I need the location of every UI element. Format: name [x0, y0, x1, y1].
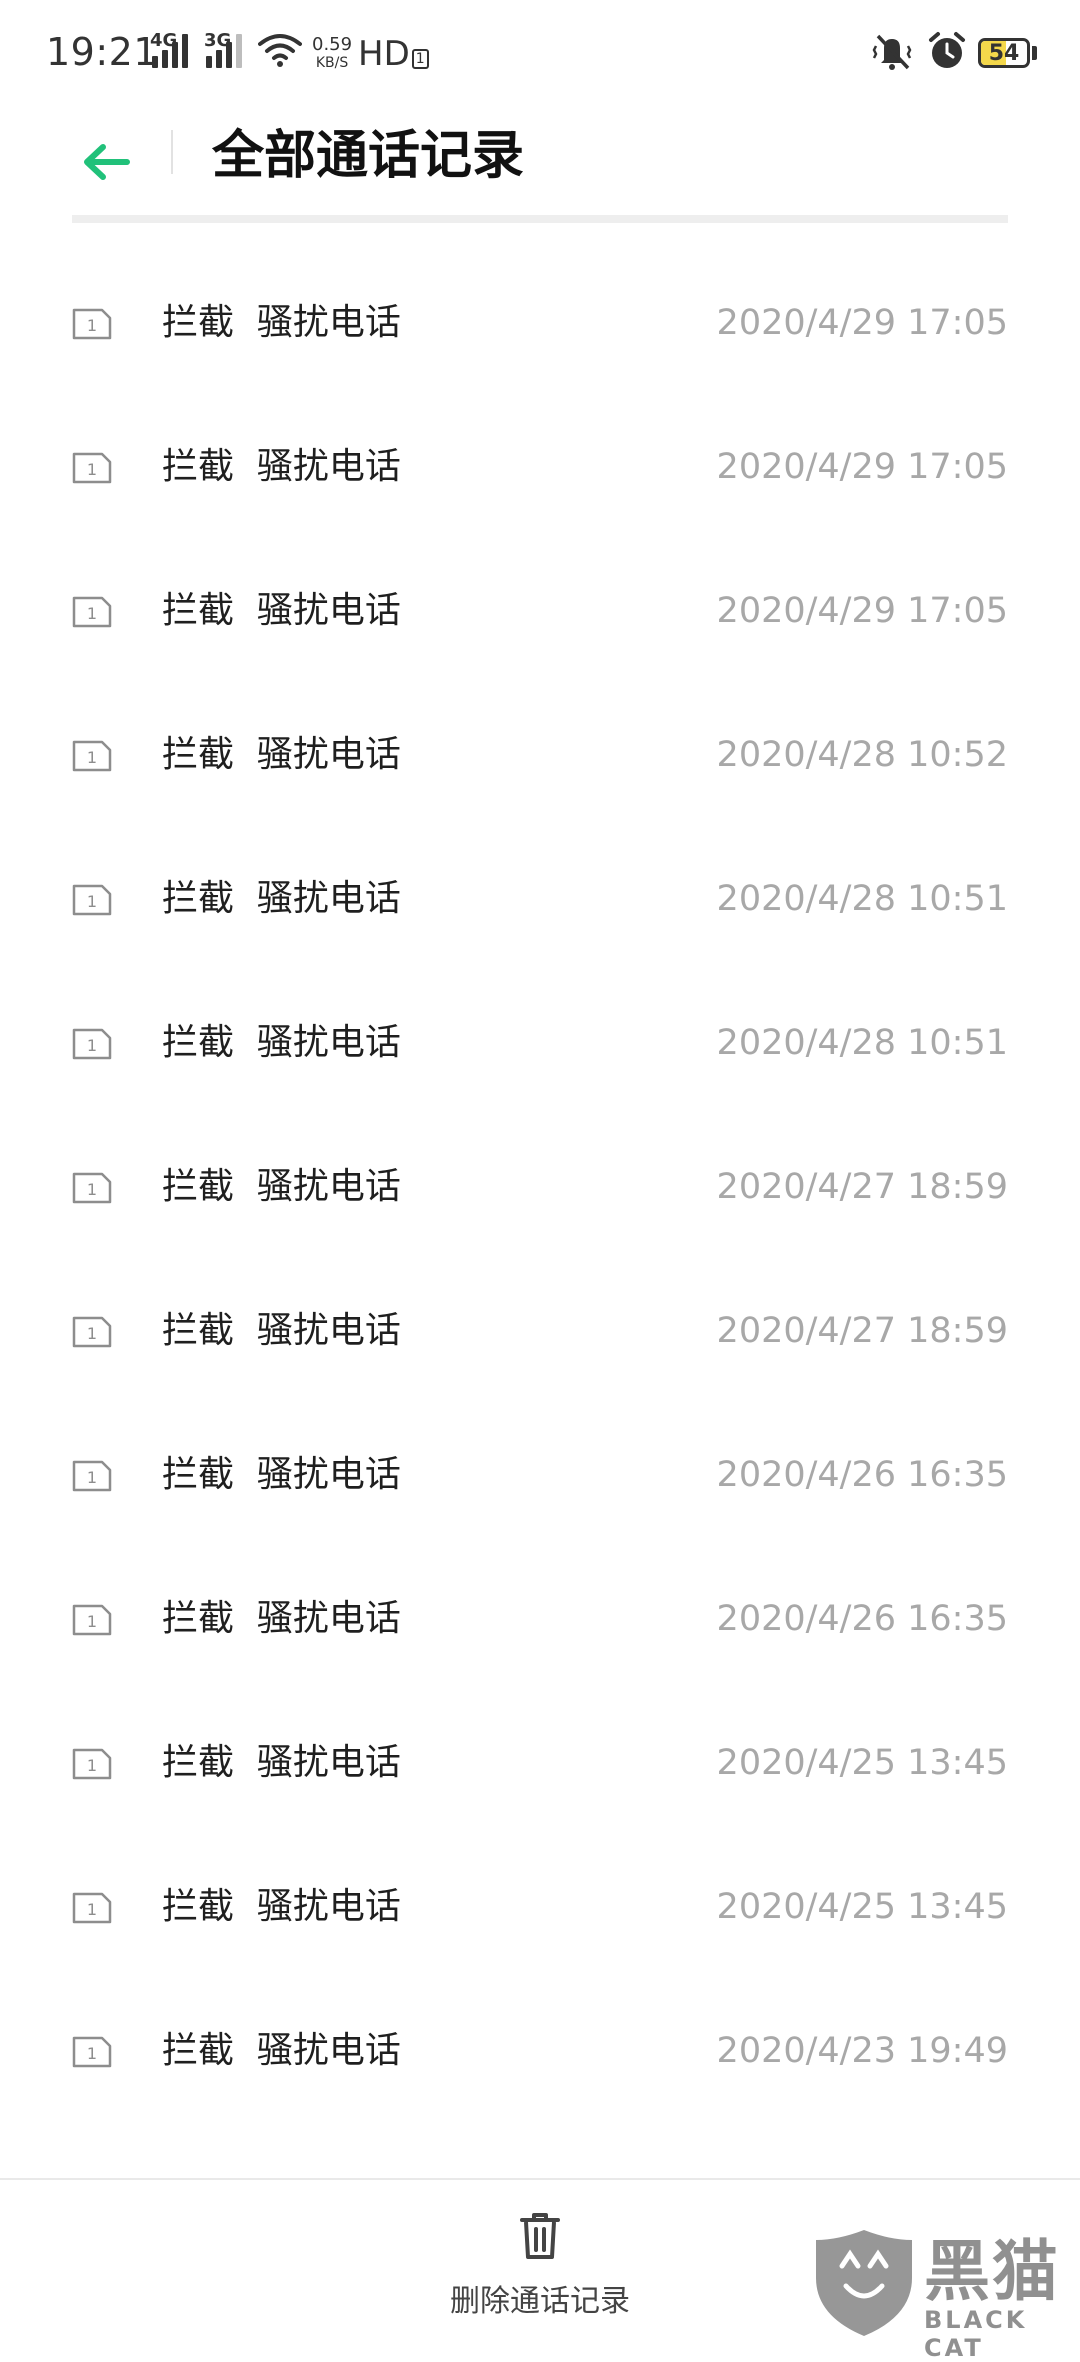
network-speed-value: 0.59	[312, 34, 353, 55]
sim-slot-number: 1	[87, 2044, 97, 2063]
page-title: 全部通话记录	[212, 126, 525, 186]
sim-card-icon: 1	[72, 1316, 112, 1348]
battery-icon: 54	[978, 38, 1030, 68]
call-timestamp: 2020/4/29 17:05	[716, 303, 1008, 343]
call-type-label: 拦截 骚扰电话	[162, 734, 401, 775]
call-log-item[interactable]: 1 拦截 骚扰电话 2020/4/26 16:35	[0, 1400, 1080, 1544]
header: 全部通话记录	[0, 110, 1080, 210]
sim-slot-number: 1	[87, 1900, 97, 1919]
call-log-item[interactable]: 1 拦截 骚扰电话 2020/4/29 17:05	[0, 536, 1080, 680]
watermark: 黑猫 BLACK CAT	[808, 2222, 1080, 2362]
call-timestamp: 2020/4/28 10:51	[716, 1023, 1008, 1063]
sim-slot-number: 1	[87, 316, 97, 335]
sim-card-icon: 1	[72, 1028, 112, 1060]
arrow-left-icon	[84, 144, 130, 180]
call-log-item[interactable]: 1 拦截 骚扰电话 2020/4/25 13:45	[0, 1832, 1080, 1976]
sim-card-icon: 1	[72, 1172, 112, 1204]
trash-icon	[520, 2213, 560, 2259]
header-divider	[171, 130, 173, 174]
battery-tip	[1032, 46, 1037, 60]
sim-card-icon: 1	[72, 308, 112, 340]
call-log-item[interactable]: 1 拦截 骚扰电话 2020/4/27 18:59	[0, 1112, 1080, 1256]
sim-card-icon: 1	[72, 1460, 112, 1492]
network-speed-unit: KB/S	[315, 55, 349, 71]
call-timestamp: 2020/4/25 13:45	[716, 1887, 1008, 1927]
header-underline	[72, 215, 1008, 223]
call-log-item[interactable]: 1 拦截 骚扰电话 2020/4/29 17:05	[0, 248, 1080, 392]
call-log-item[interactable]: 1 拦截 骚扰电话 2020/4/28 10:51	[0, 968, 1080, 1112]
call-log-item[interactable]: 1 拦截 骚扰电话 2020/4/26 16:35	[0, 1544, 1080, 1688]
call-log-item[interactable]: 1 拦截 骚扰电话 2020/4/28 10:51	[0, 824, 1080, 968]
sim-slot-number: 1	[87, 460, 97, 479]
sim-slot-number: 1	[87, 604, 97, 623]
sim-slot-number: 1	[87, 1180, 97, 1199]
call-type-label: 拦截 骚扰电话	[162, 1022, 401, 1063]
call-type-label: 拦截 骚扰电话	[162, 1166, 401, 1207]
delete-call-log-label: 删除通话记录	[450, 2284, 630, 2319]
sim-slot-number: 1	[87, 1756, 97, 1775]
signal-icon-sim2	[206, 34, 242, 68]
call-type-label: 拦截 骚扰电话	[162, 878, 401, 919]
call-timestamp: 2020/4/27 18:59	[716, 1167, 1008, 1207]
call-type-label: 拦截 骚扰电话	[162, 1886, 401, 1927]
call-log-item[interactable]: 1 拦截 骚扰电话 2020/4/25 13:45	[0, 1688, 1080, 1832]
call-timestamp: 2020/4/26 16:35	[716, 1455, 1008, 1495]
call-type-label: 拦截 骚扰电话	[162, 1598, 401, 1639]
call-log-item[interactable]: 1 拦截 骚扰电话 2020/4/28 10:52	[0, 680, 1080, 824]
back-button[interactable]	[74, 130, 138, 194]
call-type-label: 拦截 骚扰电话	[162, 446, 401, 487]
call-timestamp: 2020/4/29 17:05	[716, 447, 1008, 487]
call-timestamp: 2020/4/29 17:05	[716, 591, 1008, 631]
call-type-label: 拦截 骚扰电话	[162, 302, 401, 343]
watermark-text: 黑猫	[924, 2233, 1060, 2310]
sim-card-icon: 1	[72, 1604, 112, 1636]
call-log-item[interactable]: 1 拦截 骚扰电话 2020/4/23 19:49	[0, 1976, 1080, 2120]
call-timestamp: 2020/4/27 18:59	[716, 1311, 1008, 1351]
network-speed: 0.59 KB/S	[312, 36, 352, 72]
sim-slot-number: 1	[87, 1468, 97, 1487]
sim-card-icon: 1	[72, 884, 112, 916]
call-timestamp: 2020/4/28 10:52	[716, 735, 1008, 775]
call-type-label: 拦截 骚扰电话	[162, 1310, 401, 1351]
call-type-label: 拦截 骚扰电话	[162, 1742, 401, 1783]
sim-card-icon: 1	[72, 596, 112, 628]
sim-slot-number: 1	[87, 748, 97, 767]
status-time: 19:21	[46, 30, 159, 74]
call-timestamp: 2020/4/28 10:51	[716, 879, 1008, 919]
sim-slot-number: 1	[87, 892, 97, 911]
sim-slot-number: 1	[87, 1036, 97, 1055]
delete-call-log-button[interactable]: 删除通话记录	[430, 2210, 650, 2330]
hd-indicator: HD 1	[358, 34, 429, 74]
sim-card-icon: 1	[72, 2036, 112, 2068]
hd-sub: 1	[411, 49, 429, 69]
call-log-item[interactable]: 1 拦截 骚扰电话 2020/4/27 18:59	[0, 1256, 1080, 1400]
watermark-subtext: BLACK CAT	[924, 2306, 1028, 2362]
call-log-list: 1 拦截 骚扰电话 2020/4/29 17:05 1 拦截 骚扰电话 2020…	[0, 248, 1080, 2120]
battery-level: 54	[988, 40, 1020, 66]
sim-card-icon: 1	[72, 740, 112, 772]
call-type-label: 拦截 骚扰电话	[162, 1454, 401, 1495]
status-bar: 19:21 4G 3G 0.59 KB/S HD 1 54	[0, 0, 1080, 110]
alarm-icon	[929, 32, 965, 68]
signal-icon-sim1	[152, 34, 188, 68]
call-timestamp: 2020/4/23 19:49	[716, 2031, 1008, 2071]
sim-card-icon: 1	[72, 1892, 112, 1924]
sim-card-icon: 1	[72, 452, 112, 484]
call-timestamp: 2020/4/26 16:35	[716, 1599, 1008, 1639]
cat-shield-icon	[816, 2230, 912, 2336]
call-log-item[interactable]: 1 拦截 骚扰电话 2020/4/29 17:05	[0, 392, 1080, 536]
vibrate-silent-icon	[872, 34, 912, 70]
sim-slot-number: 1	[87, 1324, 97, 1343]
wifi-icon	[258, 34, 302, 67]
hd-label: HD	[358, 34, 410, 74]
sim-slot-number: 1	[87, 1612, 97, 1631]
call-timestamp: 2020/4/25 13:45	[716, 1743, 1008, 1783]
sim-card-icon: 1	[72, 1748, 112, 1780]
call-type-label: 拦截 骚扰电话	[162, 590, 401, 631]
call-type-label: 拦截 骚扰电话	[162, 2030, 401, 2071]
